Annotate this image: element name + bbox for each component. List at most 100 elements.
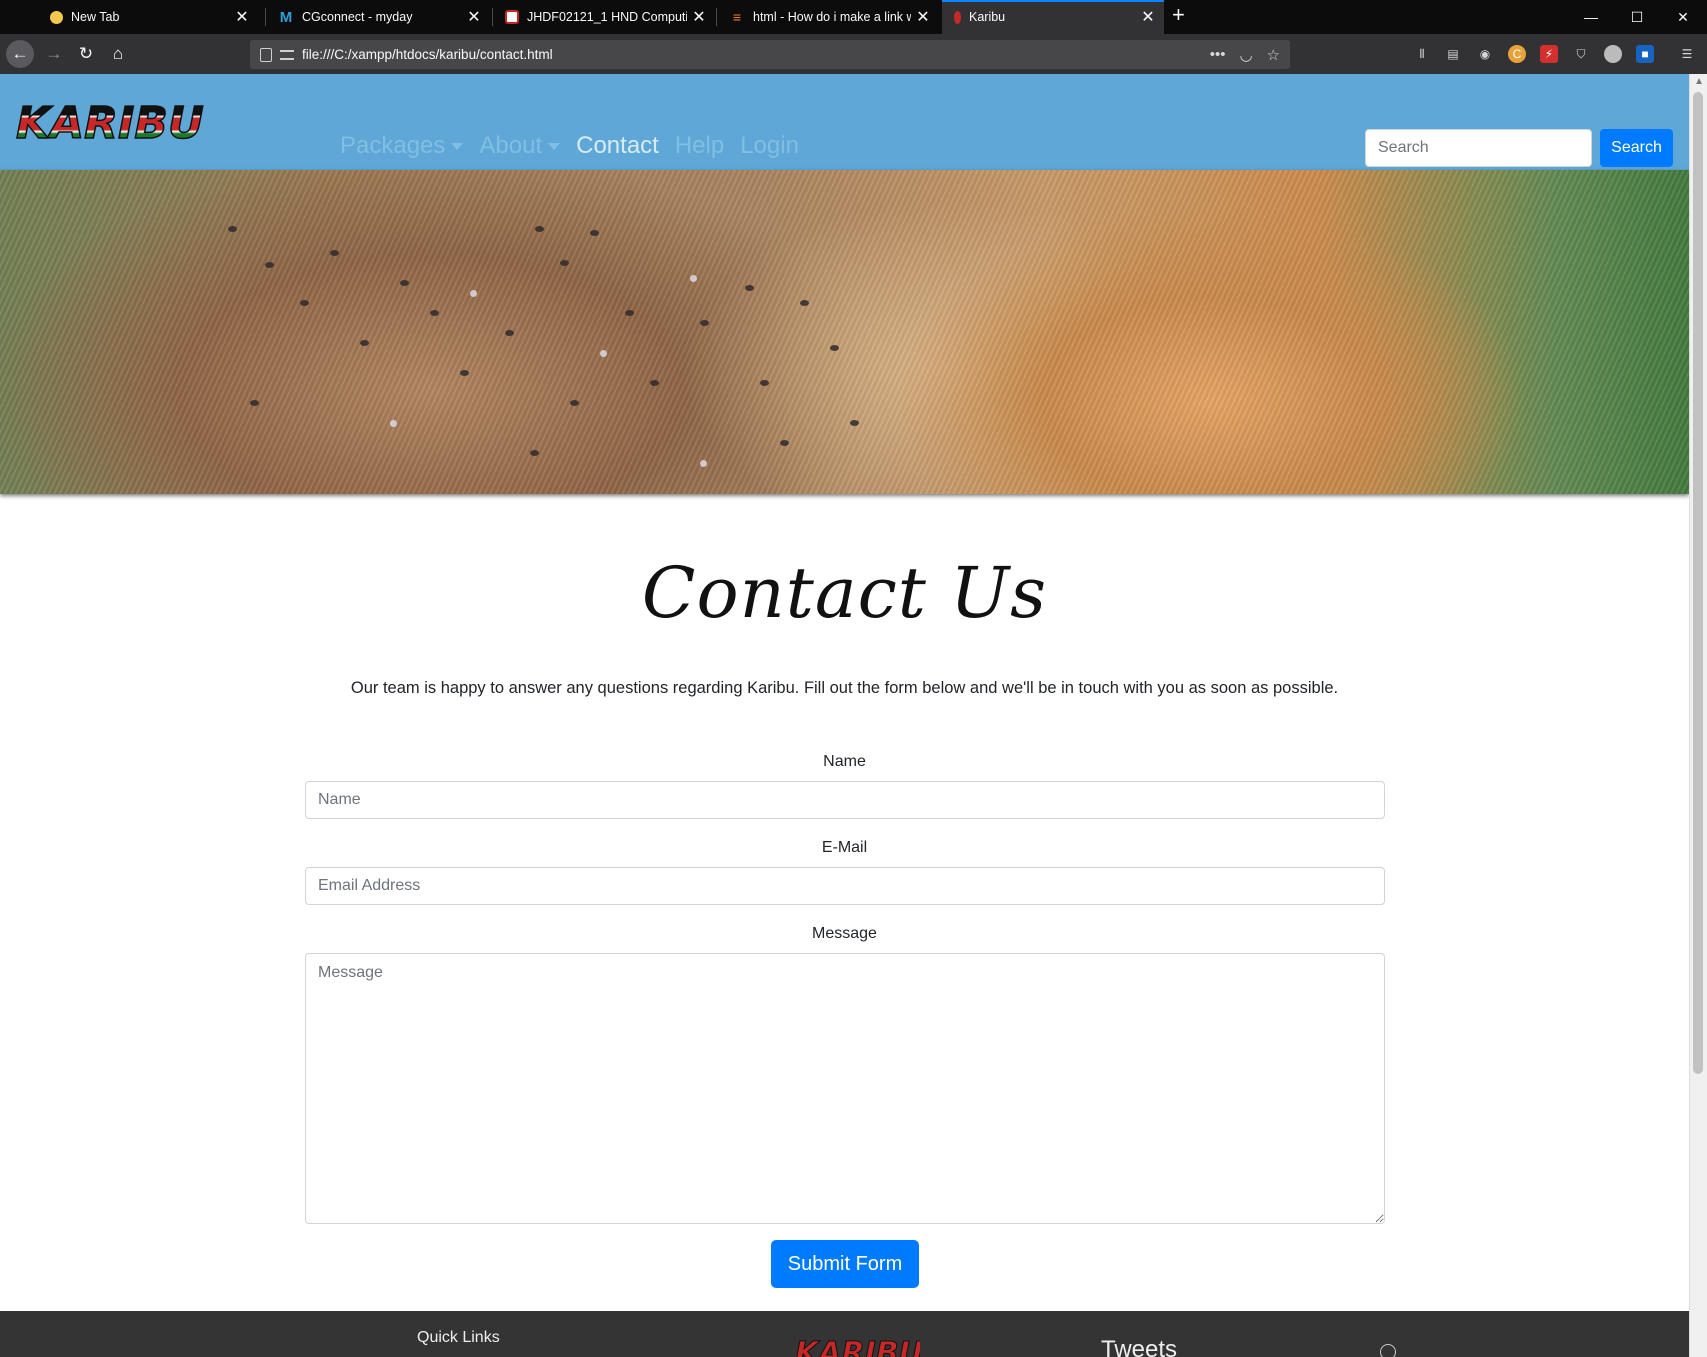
site-header: KARIBU Packages About Contact Help Login… <box>0 74 1689 170</box>
email-label: E-Mail <box>821 839 868 856</box>
nav-label: About <box>479 132 543 159</box>
reload-icon[interactable]: ↻ <box>72 40 100 68</box>
close-icon[interactable]: ✕ <box>230 7 254 27</box>
tab-title: html - How do i make a link wh <box>753 10 911 24</box>
pdf-icon <box>505 10 519 24</box>
fly <box>330 250 339 256</box>
fly <box>690 275 697 282</box>
name-field[interactable] <box>305 781 1385 819</box>
new-tab-icon[interactable]: + <box>1172 2 1185 28</box>
message-label: Message <box>812 925 877 942</box>
bookmark-star-icon[interactable]: ☆ <box>1267 46 1280 64</box>
fly <box>760 380 769 386</box>
email-field[interactable] <box>305 867 1385 905</box>
contact-intro-text: Our team is happy to answer any question… <box>350 679 1339 697</box>
sidebar-icon[interactable]: ▤ <box>1444 45 1462 63</box>
minimize-icon[interactable]: — <box>1568 0 1614 34</box>
nav-label: Packages <box>340 132 446 159</box>
fly <box>400 280 409 286</box>
browser-tab-new-tab[interactable]: New Tab ✕ <box>38 0 258 34</box>
nav-label: Contact <box>576 132 659 159</box>
fly <box>535 226 544 232</box>
browser-tab-cgconnect[interactable]: M CGconnect - myday ✕ <box>266 0 490 34</box>
extension-circle-icon[interactable] <box>1604 45 1622 63</box>
fly <box>700 320 709 326</box>
fly <box>625 310 634 316</box>
fly <box>390 420 397 427</box>
fly <box>600 350 607 357</box>
menu-hamburger-icon[interactable]: ☰ <box>1678 45 1696 63</box>
browser-tab-stackoverflow[interactable]: ≡ html - How do i make a link wh ✕ <box>717 0 939 34</box>
url-text: file:///C:/xampp/htdocs/karibu/contact.h… <box>302 47 553 62</box>
tab-title: JHDF02121_1 HND Computing <box>527 10 687 24</box>
submit-form-button[interactable]: Submit Form <box>771 1240 919 1288</box>
close-icon[interactable]: ✕ <box>911 7 935 27</box>
fly <box>700 460 707 467</box>
page-scrollbar[interactable]: ▲ <box>1689 74 1707 1357</box>
window-close-icon[interactable]: ✕ <box>1660 0 1706 34</box>
library-icon[interactable]: ⫴ <box>1413 45 1431 63</box>
account-icon[interactable]: ◉ <box>1476 45 1494 63</box>
info-icon <box>1380 1344 1396 1357</box>
fly <box>460 370 469 376</box>
pocket-icon[interactable]: ◡ <box>1239 46 1252 64</box>
tab-title: CGconnect - myday <box>302 10 413 24</box>
fly <box>430 310 439 316</box>
back-arrow-icon[interactable]: ← <box>6 40 34 68</box>
fly <box>650 380 659 386</box>
stackoverflow-icon: ≡ <box>732 9 742 25</box>
message-textarea[interactable] <box>305 953 1385 1224</box>
logo-text: KARIBU <box>16 98 204 146</box>
fly <box>780 440 789 446</box>
fly <box>570 400 579 406</box>
site-footer: Quick Links KARIBU Tweets <box>0 1311 1689 1357</box>
fly <box>850 420 859 426</box>
close-icon[interactable]: ✕ <box>1136 7 1160 27</box>
nav-help[interactable]: Help <box>675 132 724 160</box>
extension-coupon-icon[interactable]: C <box>1508 45 1526 63</box>
scrollbar-thumb[interactable] <box>1693 92 1703 1074</box>
fly <box>560 260 569 266</box>
site-search-input[interactable] <box>1365 129 1592 167</box>
footer-karibu-logo[interactable]: KARIBU <box>795 1333 920 1357</box>
fly <box>590 230 599 236</box>
tweets-heading: Tweets <box>1101 1336 1178 1357</box>
nav-packages[interactable]: Packages <box>340 132 464 160</box>
footer-logo-text: KARIBU <box>795 1336 920 1357</box>
caret-down-icon <box>548 142 561 150</box>
extension-shield-icon[interactable]: ⛉ <box>1572 45 1590 63</box>
page-actions-icon[interactable]: ••• <box>1210 46 1226 63</box>
fly <box>530 450 539 456</box>
browser-tab-bar: New Tab ✕ M CGconnect - myday ✕ JHDF0212… <box>0 0 1707 34</box>
extension-flash-icon[interactable]: ⚡ <box>1540 45 1558 63</box>
site-info-icon[interactable] <box>280 49 294 60</box>
fly <box>360 340 369 346</box>
browser-tab-hnd[interactable]: JHDF02121_1 HND Computing ✕ <box>493 0 715 34</box>
scroll-up-arrow-icon[interactable]: ▲ <box>1694 76 1704 87</box>
address-bar[interactable]: file:///C:/xampp/htdocs/karibu/contact.h… <box>250 40 1290 69</box>
close-icon[interactable]: ✕ <box>687 7 711 27</box>
main-nav: Packages About Contact Help Login <box>340 132 799 160</box>
fly <box>228 226 237 232</box>
home-icon[interactable]: ⌂ <box>104 40 132 68</box>
quick-links-heading: Quick Links <box>417 1329 500 1346</box>
myday-icon: M <box>279 8 293 26</box>
forward-arrow-icon[interactable]: → <box>40 40 68 68</box>
nav-about[interactable]: About <box>479 132 561 160</box>
weather-icon <box>50 10 63 24</box>
fly <box>505 330 514 336</box>
extension-blocker-icon[interactable]: ■ <box>1636 45 1654 63</box>
nav-login[interactable]: Login <box>740 132 799 160</box>
nav-label: Login <box>740 132 799 159</box>
nav-label: Help <box>674 132 725 159</box>
fly <box>830 345 839 351</box>
fly <box>470 290 477 297</box>
tab-title: Karibu <box>969 10 1006 24</box>
karibu-logo[interactable]: KARIBU <box>14 96 214 146</box>
nav-contact[interactable]: Contact <box>576 132 659 160</box>
site-search-button[interactable]: Search <box>1600 129 1673 167</box>
fly <box>745 285 754 291</box>
maximize-icon[interactable]: ☐ <box>1614 0 1660 34</box>
close-icon[interactable]: ✕ <box>462 7 486 27</box>
browser-tab-karibu[interactable]: Karibu ✕ <box>942 0 1164 34</box>
